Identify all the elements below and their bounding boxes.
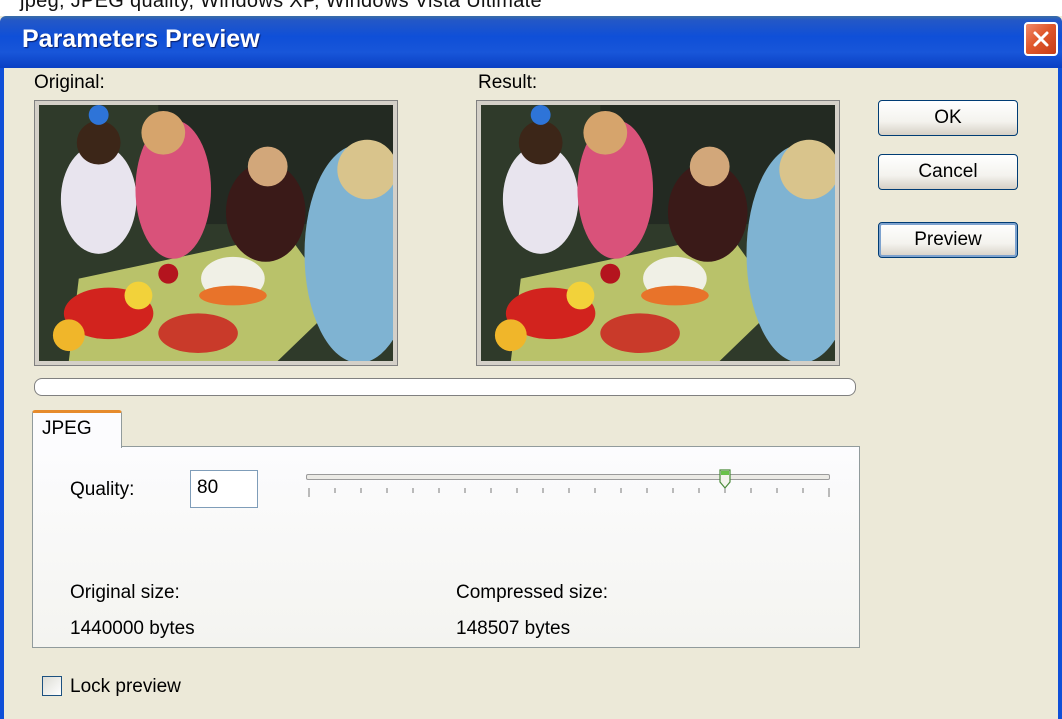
- compressed-size-value: 148507 bytes: [456, 618, 571, 639]
- progress-bar: [34, 378, 856, 396]
- window-frame-left: [0, 68, 4, 719]
- quality-slider-ticks: [308, 488, 830, 497]
- original-size-label: Original size:: [70, 582, 180, 603]
- result-photo: [481, 105, 856, 363]
- quality-slider-track[interactable]: [306, 474, 830, 480]
- title-bar: Parameters Preview: [0, 16, 1062, 68]
- window-title: Parameters Preview: [22, 25, 260, 53]
- original-image-frame: [34, 100, 414, 366]
- original-label: Original:: [34, 72, 105, 93]
- close-icon: [1033, 31, 1049, 47]
- cancel-button[interactable]: Cancel: [878, 154, 1018, 190]
- result-label: Result:: [478, 72, 538, 93]
- result-image-frame: [476, 100, 856, 366]
- cropped-background-text: jpeg, JPEG quality, Windows XP, Windows …: [0, 0, 1062, 16]
- preview-button[interactable]: Preview: [878, 222, 1018, 258]
- quality-input[interactable]: 80: [190, 470, 258, 508]
- ok-button[interactable]: OK: [878, 100, 1018, 136]
- cropped-text: jpeg, JPEG quality, Windows XP, Windows …: [20, 0, 542, 12]
- tab-jpeg[interactable]: JPEG: [32, 410, 122, 448]
- tab-jpeg-label: JPEG: [42, 418, 92, 439]
- window-frame-right: [1058, 68, 1062, 719]
- close-button[interactable]: [1024, 22, 1058, 56]
- quality-slider-thumb[interactable]: [719, 469, 731, 489]
- original-size-value: 1440000 bytes: [70, 618, 195, 639]
- lock-preview-checkbox[interactable]: [42, 676, 62, 696]
- original-photo: [39, 105, 414, 363]
- quality-label: Quality:: [70, 479, 135, 500]
- lock-preview-label[interactable]: Lock preview: [70, 676, 181, 698]
- compressed-size-label: Compressed size:: [456, 582, 609, 603]
